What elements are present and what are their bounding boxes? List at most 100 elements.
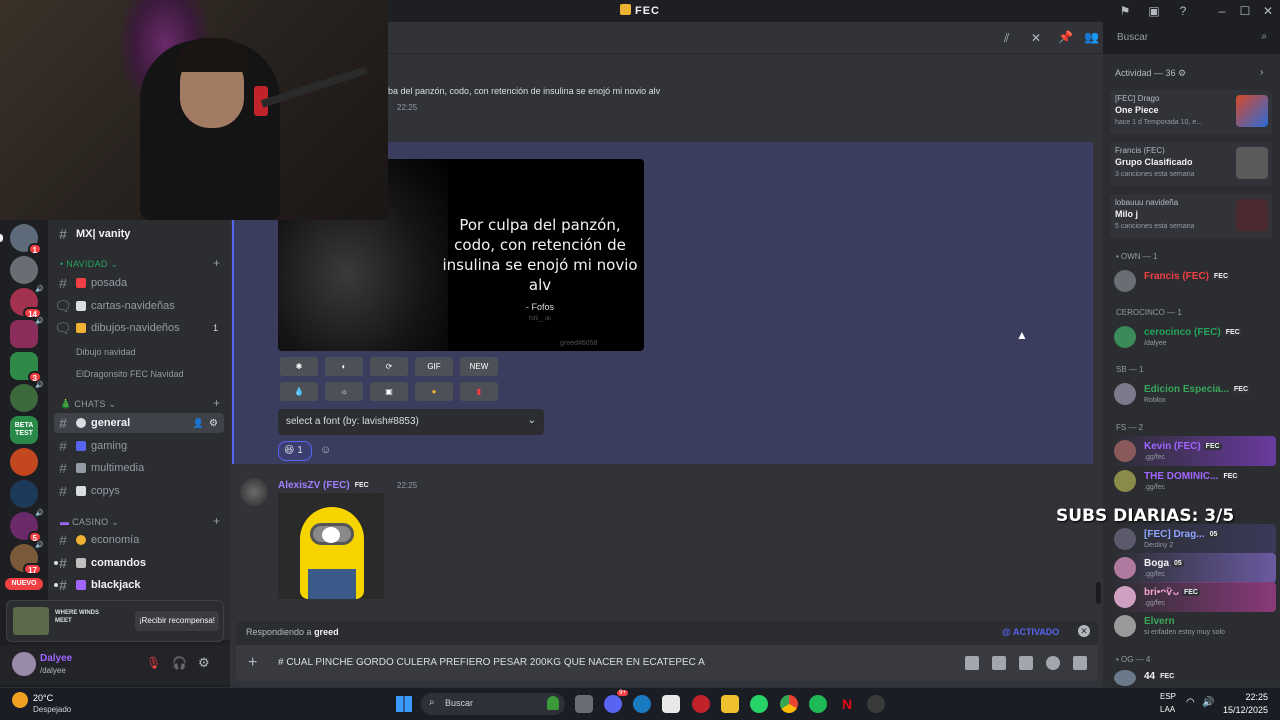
channel-vanity[interactable]: # MX| vanity	[54, 224, 224, 244]
server-icon-4[interactable]: 🔊	[10, 318, 44, 348]
taskbar-search[interactable]: ⌕ Buscar	[421, 693, 565, 715]
quote-button-8[interactable]: ▣	[370, 382, 408, 401]
language-layout[interactable]: LAA	[1160, 705, 1175, 714]
start-icon[interactable]	[396, 696, 412, 712]
font-select-dropdown[interactable]: select a font (by: lavish#8853) ⌄	[278, 409, 544, 435]
activity-card-3[interactable]: lobauuu navideña Milo j5 canciones esta s…	[1110, 194, 1272, 238]
message-avatar[interactable]	[240, 478, 268, 506]
member-the-dominic[interactable]: THE DOMINIC... FEC .gg/fec	[1112, 466, 1276, 496]
clock-date[interactable]: 15/12/2025	[1220, 705, 1268, 715]
gift-icon[interactable]	[965, 656, 979, 670]
category-navidad[interactable]: • NAVIDAD ⌄	[60, 259, 118, 270]
server-icon-5[interactable]: 3	[10, 352, 42, 383]
activado-toggle[interactable]: @ ACTIVADO	[1002, 627, 1059, 637]
member-44[interactable]: 44 FEC	[1112, 668, 1276, 686]
channel-copys[interactable]: # copys	[54, 481, 224, 501]
quote-button-6[interactable]: 💧	[280, 382, 318, 401]
mute-icon[interactable]: 🎙	[146, 656, 161, 670]
weather-icon[interactable]	[12, 692, 28, 708]
member-edicion-especial[interactable]: Edicion Especia... FEC Roblox	[1112, 379, 1276, 409]
category-chats[interactable]: 🎄 CHATS ⌄	[60, 399, 116, 410]
help-icon[interactable]: ?	[1176, 4, 1190, 18]
edge-icon[interactable]	[633, 695, 651, 713]
volume-icon[interactable]: 🔊	[1202, 697, 1214, 708]
weather-temp[interactable]: 20°C	[33, 693, 53, 703]
channel-blackjack[interactable]: # blackjack	[54, 575, 224, 595]
netflix-icon[interactable]: N	[838, 695, 856, 713]
member-cerocinco[interactable]: cerocinco (FEC) FEC/dalyee	[1112, 322, 1276, 352]
server-icon-2[interactable]	[10, 256, 38, 284]
composer-text[interactable]: # CUAL PINCHE GORDO CULERA PREFIERO PESA…	[278, 657, 705, 668]
channel-gaming[interactable]: # gaming	[54, 436, 224, 456]
reaction-button[interactable]: 😆 1	[278, 441, 312, 461]
maximize-icon[interactable]: ☐	[1238, 4, 1252, 18]
quote-button-new[interactable]: NEW	[460, 357, 498, 376]
server-icon-8[interactable]	[10, 448, 38, 476]
notifications-icon[interactable]: ✕	[1031, 31, 1041, 45]
server-icon-1[interactable]: 1	[10, 224, 42, 255]
discord-app-icon[interactable]: 9+	[604, 690, 628, 713]
inbox-icon[interactable]: ⚑	[1118, 4, 1132, 18]
minion-gif[interactable]	[278, 493, 384, 599]
quote-button-gif[interactable]: GIF	[415, 357, 453, 376]
server-icon-beta[interactable]: BETA TEST	[10, 416, 38, 444]
member-francis[interactable]: Francis (FEC) FEC	[1112, 266, 1276, 296]
gif-icon[interactable]	[992, 656, 1006, 670]
upload-plus-icon[interactable]: +	[248, 654, 257, 672]
server-icon-10[interactable]: 5 🔊	[10, 510, 44, 543]
settings-gear-icon[interactable]: ⚙	[209, 418, 218, 429]
headphones-icon[interactable]: 🎧	[172, 656, 187, 670]
channel-cartas-navidenas[interactable]: 🗨 cartas-navideñas	[54, 296, 224, 316]
claim-reward-button[interactable]: ¡Recibir recompensa!	[135, 611, 219, 631]
pinned-icon[interactable]: 📌	[1058, 30, 1073, 44]
wifi-icon[interactable]: ◠	[1186, 697, 1195, 708]
cancel-reply-icon[interactable]: ✕	[1078, 625, 1090, 637]
member-fec-drag[interactable]: [FEC] Drag... 05 Destiny 2	[1112, 524, 1276, 554]
quote-button-3[interactable]: ⟳	[370, 357, 408, 376]
user-avatar[interactable]	[12, 652, 36, 676]
opera-icon[interactable]	[692, 695, 710, 713]
close-window-icon[interactable]: ✕	[1261, 4, 1275, 18]
add-channel-icon[interactable]: +	[213, 396, 220, 410]
channel-multimedia[interactable]: # multimedia	[54, 458, 224, 478]
whatsapp-icon[interactable]	[750, 695, 768, 713]
quote-button-2[interactable]: ◐	[325, 357, 363, 376]
thread-eldragonsito[interactable]: ElDragonsito FEC Navidad	[76, 369, 184, 379]
category-casino[interactable]: ▬ CASINO ⌄	[60, 517, 119, 528]
member-list-icon[interactable]: 👥	[1084, 30, 1099, 44]
screen-icon[interactable]: ▣	[1147, 4, 1161, 18]
emoji-icon[interactable]	[1046, 656, 1060, 670]
add-reaction-icon[interactable]: ☺	[320, 444, 331, 456]
chevron-right-icon[interactable]: ›	[1260, 67, 1263, 78]
search-input[interactable]: Buscar ⌕	[1110, 28, 1272, 48]
channel-posada[interactable]: # posada	[54, 273, 224, 293]
sticker-icon[interactable]	[1019, 656, 1033, 670]
member-elvern[interactable]: Elvern si enfaden estoy muy solo	[1112, 611, 1276, 641]
quote-button-delete[interactable]: ▮	[460, 382, 498, 401]
thread-dibujo-navidad[interactable]: Dibujo navidad	[76, 347, 136, 357]
apps-icon[interactable]	[1073, 656, 1087, 670]
channel-general[interactable]: # general 👤 ⚙	[54, 413, 224, 433]
explorer-icon[interactable]	[721, 695, 739, 713]
member-bri[interactable]: bri•ᴖѷᴗ FEC .gg/fec	[1112, 582, 1276, 612]
chat-scrollbar[interactable]	[1096, 582, 1101, 604]
channel-economia[interactable]: # economía	[54, 530, 224, 550]
obs-icon[interactable]	[867, 695, 885, 713]
activity-card-2[interactable]: Francis (FEC) Grupo Clasificado 3 cancione…	[1110, 142, 1272, 186]
threads-icon[interactable]: ⫽	[1004, 31, 1009, 46]
user-settings-icon[interactable]: ⚙	[198, 655, 210, 671]
store-icon[interactable]	[662, 695, 680, 713]
quote-button-7[interactable]: ☼	[325, 382, 363, 401]
server-icon-9[interactable]	[10, 480, 38, 508]
channel-comandos[interactable]: # comandos	[54, 553, 224, 573]
server-icon-11[interactable]: 17 🔊	[10, 542, 44, 575]
add-channel-icon[interactable]: +	[213, 256, 220, 270]
chrome-icon[interactable]	[780, 695, 798, 713]
language-code[interactable]: ESP	[1160, 692, 1176, 701]
user-name[interactable]: Dalyee	[40, 653, 72, 664]
minimize-icon[interactable]: –	[1215, 4, 1229, 18]
invite-icon[interactable]: 👤	[193, 418, 204, 429]
task-view-icon[interactable]	[575, 695, 593, 713]
server-icon-6[interactable]: 🔊	[10, 382, 44, 412]
member-kevin[interactable]: Kevin (FEC) FEC .gg/fec	[1112, 436, 1276, 466]
